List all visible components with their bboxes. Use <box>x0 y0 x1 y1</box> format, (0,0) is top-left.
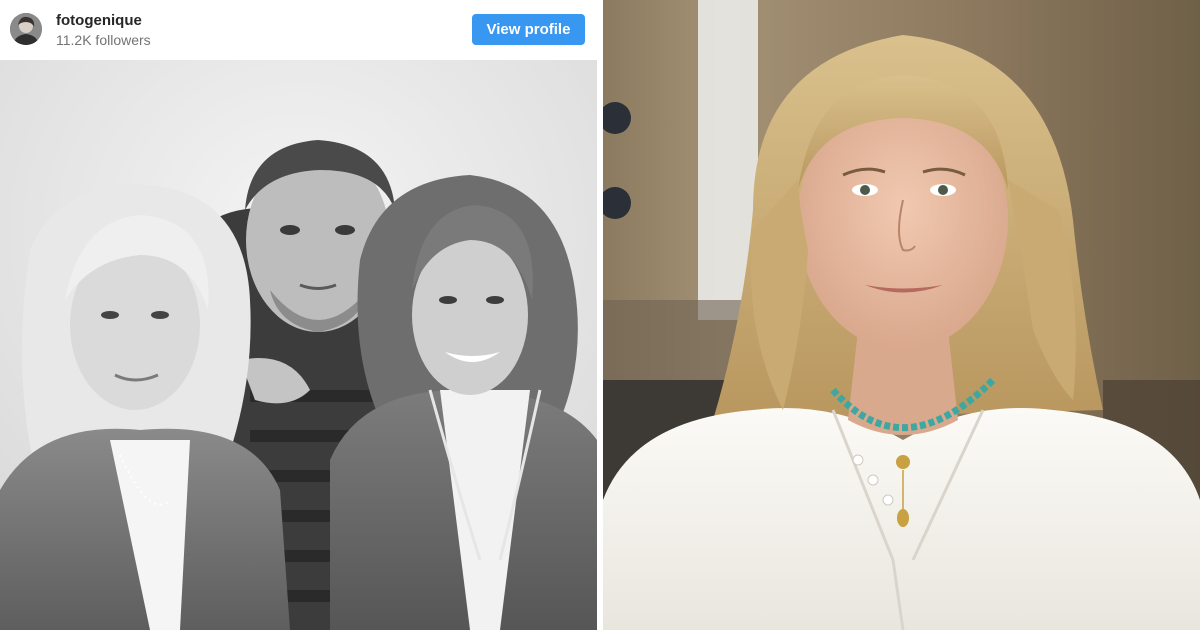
profile-avatar[interactable] <box>10 13 42 45</box>
view-profile-button[interactable]: View profile <box>472 14 585 45</box>
color-portrait-photo <box>603 0 1200 630</box>
collage: fotogenique 11.2K followers View profile <box>0 0 1200 630</box>
post-header: fotogenique 11.2K followers View profile <box>0 0 597 58</box>
black-and-white-group-photo <box>0 60 597 630</box>
follower-count: 11.2K followers <box>56 32 151 48</box>
username[interactable]: fotogenique <box>56 12 142 30</box>
social-post-embed: fotogenique 11.2K followers View profile <box>0 0 597 630</box>
